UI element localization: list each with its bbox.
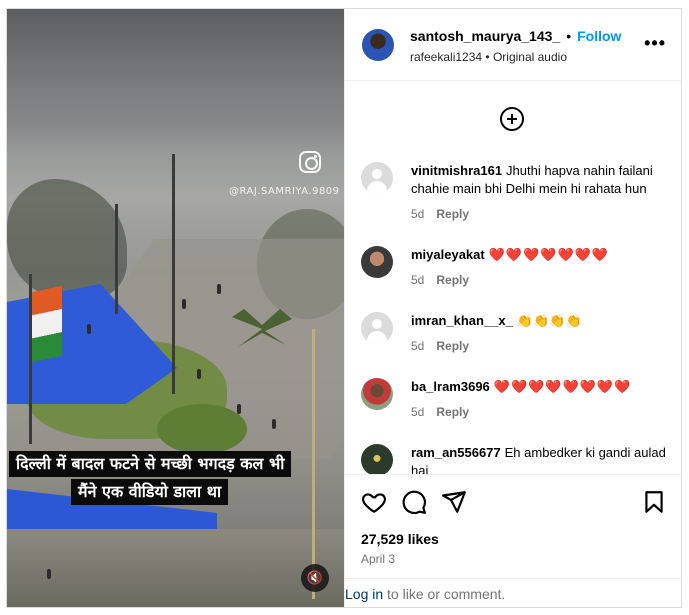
caption-line: मैंने एक वीडियो डाला था: [71, 479, 229, 505]
avatar[interactable]: [361, 312, 393, 344]
speaker-muted-icon: 🔇: [306, 570, 324, 585]
avatar[interactable]: [361, 444, 393, 474]
mute-button[interactable]: 🔇: [301, 564, 329, 592]
comment-text: ❤️❤️❤️❤️❤️❤️❤️❤️: [493, 379, 632, 394]
reply-button[interactable]: Reply: [436, 405, 469, 419]
person: [217, 284, 221, 294]
person: [47, 569, 51, 579]
avatar[interactable]: [362, 29, 394, 61]
audio-owner-link[interactable]: rafeekali1234: [410, 50, 482, 64]
reply-button[interactable]: Reply: [436, 207, 469, 221]
like-heart-icon[interactable]: [361, 489, 387, 515]
comment-meta: 5d Reply: [411, 273, 469, 287]
reel-video[interactable]: @RAJ.SAMRIYA.9809 दिल्ली में बादल फटने स…: [7, 9, 344, 607]
comment-age: 5d: [411, 405, 425, 419]
comment-body: ram_an556677 Eh ambedker ki gandi aulad h…: [411, 444, 671, 474]
post-header: santosh_maurya_143_ • Follow rafeekali1234…: [345, 9, 681, 81]
audio-link[interactable]: Original audio: [493, 50, 567, 64]
comment-age: 5d: [411, 273, 425, 287]
comment-username[interactable]: miyaleyakat: [411, 247, 485, 262]
more-options-icon[interactable]: •••: [644, 33, 666, 54]
comment-meta: 5d Reply: [411, 405, 469, 419]
comment-body: imran_khan__x_ 👏👏👏👏: [411, 312, 671, 330]
avatar[interactable]: [361, 246, 393, 278]
person: [87, 324, 91, 334]
separator: •: [566, 28, 572, 44]
caption-line: दिल्ली में बादल फटने से मच्छी भगदड़ कल भ…: [9, 451, 292, 477]
comment-age: 5d: [411, 207, 425, 221]
comment-text: ❤️❤️❤️❤️❤️❤️❤️: [488, 247, 610, 262]
separator: •: [485, 50, 490, 64]
comment-username[interactable]: ba_lram3696: [411, 379, 490, 394]
flag: [32, 285, 62, 363]
reply-button[interactable]: Reply: [436, 339, 469, 353]
instagram-icon: [299, 151, 321, 173]
share-paper-plane-icon[interactable]: [441, 489, 467, 515]
comment-body: ba_lram3696 ❤️❤️❤️❤️❤️❤️❤️❤️: [411, 378, 671, 396]
person: [182, 299, 186, 309]
comments-list[interactable]: vinitmishra161 Jhuthi hapva nahin failani…: [345, 82, 681, 474]
person: [197, 369, 201, 379]
ground: [7, 529, 344, 607]
comment-body: miyaleyakat ❤️❤️❤️❤️❤️❤️❤️: [411, 246, 671, 264]
comment-username[interactable]: imran_khan__x_: [411, 313, 513, 328]
comment-body: vinitmishra161 Jhuthi hapva nahin failani…: [411, 162, 671, 198]
utility-pole: [172, 154, 175, 394]
post-date: April 3: [361, 552, 396, 566]
header-user-line: santosh_maurya_143_ • Follow: [410, 28, 621, 44]
login-prompt: Log in to like or comment.: [345, 578, 681, 607]
person: [237, 404, 241, 414]
follow-button[interactable]: Follow: [577, 28, 621, 44]
comment-username[interactable]: vinitmishra161: [411, 163, 502, 178]
save-bookmark-icon[interactable]: [641, 489, 667, 515]
reply-button[interactable]: Reply: [436, 273, 469, 287]
avatar[interactable]: [361, 378, 393, 410]
post-sidebar: santosh_maurya_143_ • Follow rafeekali1234…: [344, 9, 681, 607]
likes-count[interactable]: 27,529 likes: [361, 531, 439, 547]
comment-meta: 5d Reply: [411, 339, 469, 353]
audio-line: rafeekali1234 • Original audio: [410, 50, 567, 64]
login-prompt-text: to like or comment.: [383, 586, 506, 602]
login-link[interactable]: Log in: [345, 586, 383, 602]
watermark-handle: @RAJ.SAMRIYA.9809: [229, 186, 340, 197]
comment-text: 👏👏👏👏: [516, 313, 582, 328]
load-more-comments-icon[interactable]: [500, 107, 524, 131]
avatar[interactable]: [361, 162, 393, 194]
utility-pole: [115, 204, 118, 314]
comment-meta: 5d Reply: [411, 207, 469, 221]
username-link[interactable]: santosh_maurya_143_: [410, 28, 560, 44]
grass-area: [157, 404, 247, 454]
comment-username[interactable]: ram_an556677: [411, 445, 501, 460]
comment-age: 5d: [411, 339, 425, 353]
post-actions: 27,529 likes April 3 Log in to like or c…: [345, 474, 681, 607]
video-caption: दिल्ली में बादल फटने से मच्छी भगदड़ कल भ…: [9, 451, 342, 511]
person: [272, 419, 276, 429]
comment-bubble-icon[interactable]: [401, 489, 427, 515]
post-modal: @RAJ.SAMRIYA.9809 दिल्ली में बादल फटने स…: [6, 8, 682, 608]
